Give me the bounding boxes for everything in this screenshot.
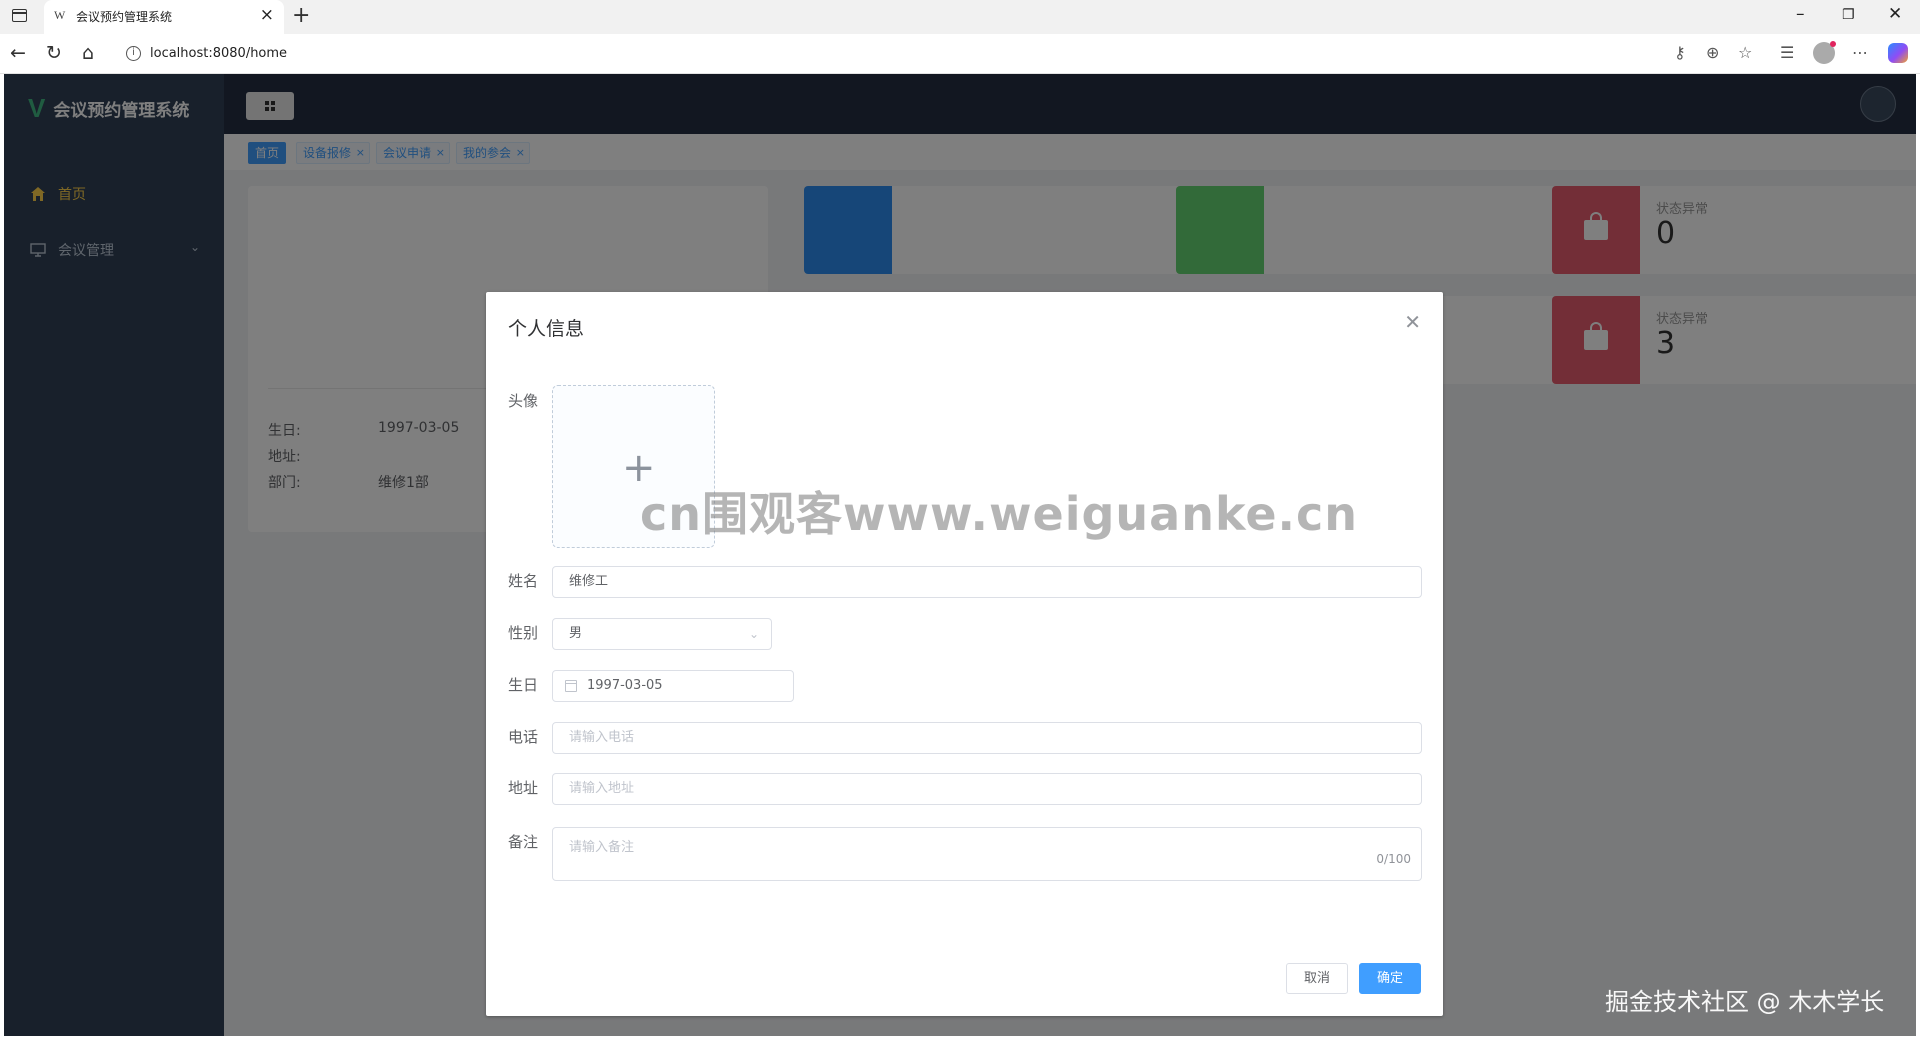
zoom-icon[interactable]: ⊕ — [1706, 43, 1719, 62]
new-tab-icon[interactable]: + — [292, 3, 310, 28]
site-info-icon[interactable]: i — [126, 46, 141, 61]
minimize-icon[interactable]: – — [1796, 4, 1805, 24]
window-close-icon[interactable]: ✕ — [1888, 4, 1902, 24]
remark-placeholder: 请输入备注 — [569, 840, 635, 855]
url-text: localhost:8080/home — [150, 46, 288, 61]
chevron-down-icon: ⌄ — [748, 627, 759, 641]
back-icon[interactable]: ← — [10, 42, 26, 64]
browser-address-bar: ← ↻ ⌂ i localhost:8080/home ⚷ ⊕ ☆ ☰ ⋯ — [0, 34, 1920, 74]
gender-label: 性别 — [508, 624, 539, 642]
confirm-button[interactable]: 确定 — [1359, 963, 1421, 994]
app-root: V 会议预约管理系统 首页 会议管理 ⌄ 首页 设备报修× 会议申请× 我的参会… — [4, 74, 1920, 1036]
favorite-star-icon[interactable]: ☆ — [1738, 43, 1752, 62]
birthday-label: 生日 — [508, 676, 539, 694]
phone-placeholder: 请输入电话 — [569, 730, 635, 745]
phone-input[interactable]: 请输入电话 — [552, 722, 1422, 754]
favicon-icon: W — [54, 8, 66, 22]
reload-icon[interactable]: ↻ — [46, 42, 62, 64]
dialog-title: 个人信息 — [508, 318, 585, 340]
remark-counter: 0/100 — [1376, 852, 1411, 866]
restore-icon[interactable]: ❐ — [1842, 7, 1855, 23]
browser-tab[interactable]: W 会议预约管理系统 × — [44, 0, 284, 34]
favorites-list-icon[interactable]: ☰ — [1780, 43, 1794, 62]
copilot-icon[interactable] — [1888, 43, 1908, 63]
name-value: 维修工 — [569, 574, 609, 589]
tab-actions-icon[interactable] — [12, 9, 27, 22]
address-label: 地址 — [508, 779, 539, 797]
close-icon[interactable]: ✕ — [1404, 310, 1421, 334]
more-menu-icon[interactable]: ⋯ — [1852, 43, 1868, 62]
avatar-label: 头像 — [508, 392, 539, 410]
key-icon[interactable]: ⚷ — [1674, 43, 1686, 62]
calendar-icon — [565, 680, 577, 692]
phone-label: 电话 — [508, 728, 539, 746]
personal-info-dialog: 个人信息 ✕ 头像 + 姓名 维修工 性别 男 ⌄ 生日 1997-03-05 … — [486, 292, 1443, 1016]
birthday-value: 1997-03-05 — [587, 678, 663, 693]
url-field[interactable]: i localhost:8080/home — [116, 39, 1686, 69]
remark-label: 备注 — [508, 833, 539, 851]
gender-value: 男 — [569, 626, 583, 641]
tab-title: 会议预约管理系统 — [76, 10, 173, 24]
gender-select[interactable]: 男 ⌄ — [552, 618, 772, 650]
browser-tab-bar: W 会议预约管理系统 × + – ❐ ✕ — [0, 0, 1920, 34]
name-input[interactable]: 维修工 — [552, 566, 1422, 598]
watermark-center: cn围观客www.weiguanke.cn — [640, 487, 1359, 541]
watermark-corner: 掘金技术社区 @ 木木学长 — [1605, 988, 1885, 1016]
close-tab-icon[interactable]: × — [260, 5, 274, 25]
birthday-datepicker[interactable]: 1997-03-05 — [552, 670, 794, 702]
remark-textarea[interactable]: 请输入备注 0/100 — [552, 827, 1422, 881]
notification-dot — [1830, 41, 1836, 47]
name-label: 姓名 — [508, 572, 539, 590]
address-input[interactable]: 请输入地址 — [552, 773, 1422, 805]
home-icon[interactable]: ⌂ — [82, 42, 94, 64]
address-placeholder: 请输入地址 — [569, 781, 635, 796]
cancel-button[interactable]: 取消 — [1286, 963, 1348, 994]
